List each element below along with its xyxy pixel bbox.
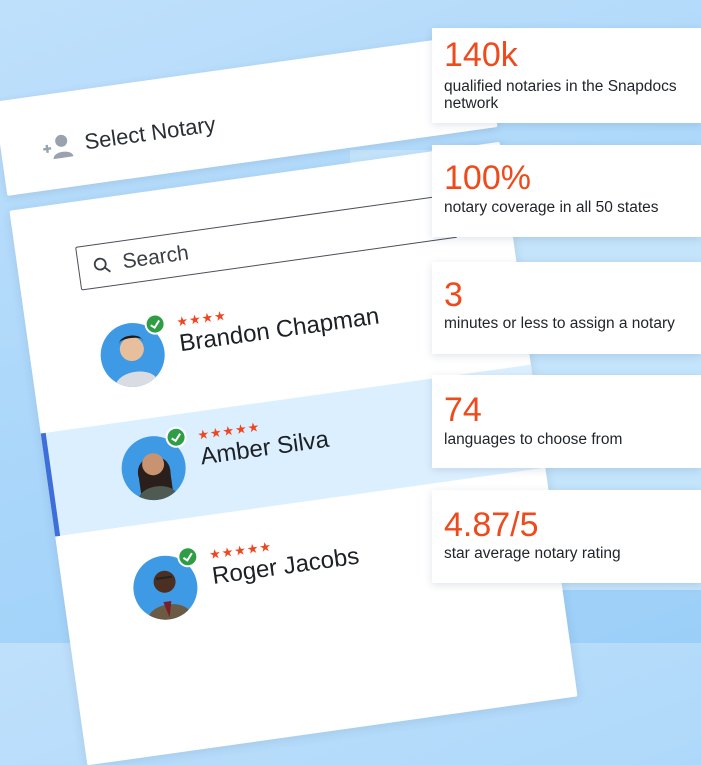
stat-value: 100%	[444, 159, 531, 197]
stat-value: 140k	[444, 36, 518, 74]
verified-check-icon	[143, 312, 167, 336]
stat-card-coverage: 100% notary coverage in all 50 states	[432, 145, 701, 237]
search-input[interactable]	[118, 207, 424, 276]
stat-card-assign-time: 3 minutes or less to assign a notary	[432, 262, 701, 354]
stat-label: star average notary rating	[444, 545, 621, 562]
page-title: Select Notary	[82, 111, 218, 155]
verified-check-icon	[175, 544, 200, 569]
add-person-icon[interactable]	[39, 131, 74, 161]
verified-check-icon	[164, 425, 188, 450]
search-icon	[93, 257, 111, 273]
stat-label: languages to choose from	[444, 431, 623, 448]
stat-value: 3	[444, 276, 463, 314]
stat-label: minutes or less to assign a notary	[444, 315, 675, 332]
stat-card-languages: 74 languages to choose from	[432, 375, 701, 468]
stat-label: qualified notaries in the Snapdocs netwo…	[444, 78, 677, 113]
stat-value: 74	[444, 391, 482, 429]
stat-card-rating: 4.87/5 star average notary rating	[432, 490, 701, 583]
stat-value: 4.87/5	[444, 506, 539, 544]
stat-card-notaries: 140k qualified notaries in the Snapdocs …	[432, 28, 701, 123]
stat-label: notary coverage in all 50 states	[444, 199, 659, 216]
